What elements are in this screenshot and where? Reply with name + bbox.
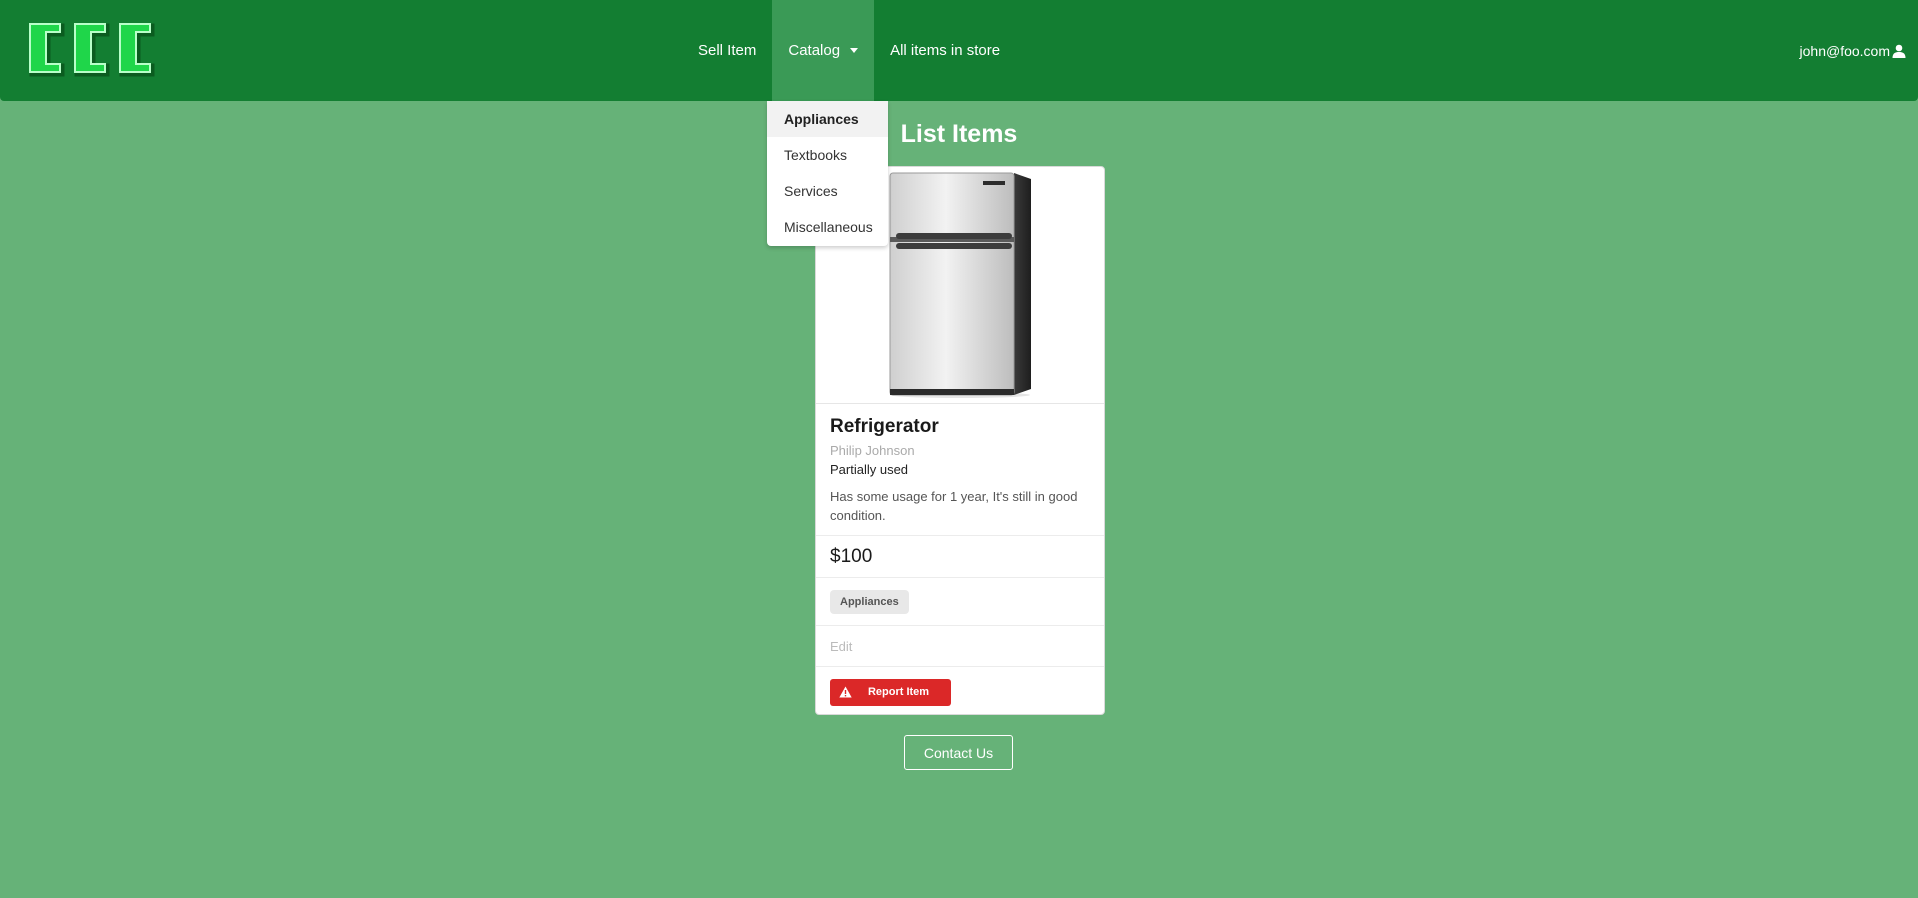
item-condition: Partially used [830, 462, 909, 477]
logo-graphic [29, 23, 155, 77]
page-title: List Items [900, 120, 1018, 148]
edit-link[interactable]: Edit [830, 639, 852, 654]
catalog-dropdown: Appliances Textbooks Services Miscellane… [767, 101, 888, 246]
item-name[interactable]: Refrigerator [830, 416, 1090, 438]
item-details: Refrigerator Philip Johnson Partially us… [816, 404, 1104, 536]
contact-us-label: Contact Us [923, 744, 994, 761]
nav-catalog-label: Catalog [788, 42, 841, 59]
user-icon [1892, 44, 1906, 58]
dropdown-item-services[interactable]: Services [767, 173, 888, 209]
item-seller: Philip Johnson [830, 443, 915, 458]
item-tag-row: Appliances [816, 578, 1104, 626]
dropdown-item-appliances[interactable]: Appliances [767, 101, 888, 137]
nav-catalog[interactable]: Catalog [772, 0, 875, 101]
category-tag[interactable]: Appliances [830, 589, 909, 614]
caret-down-icon [850, 48, 859, 53]
item-edit-row: Edit [816, 626, 1104, 667]
item-report-row: Report Item [816, 667, 1104, 717]
item-description: Has some usage for 1 year, It's still in… [830, 489, 1078, 523]
user-email: john@foo.com [1799, 42, 1890, 59]
item-price: $100 [830, 545, 873, 567]
logo[interactable] [24, 18, 158, 80]
report-item-label: Report Item [867, 686, 930, 698]
dropdown-item-miscellaneous[interactable]: Miscellaneous [767, 209, 888, 245]
dropdown-item-textbooks[interactable]: Textbooks [767, 137, 888, 173]
contact-us-button[interactable]: Contact Us [904, 735, 1013, 770]
nav-all-items-label: All items in store [890, 42, 1001, 59]
report-item-button[interactable]: Report Item [830, 678, 951, 706]
item-price-row: $100 [816, 536, 1104, 578]
navbar: Sell Item Catalog All items in store joh… [0, 0, 1918, 101]
user-menu[interactable]: john@foo.com [1800, 0, 1906, 101]
nav-links: Sell Item Catalog All items in store [682, 0, 1016, 101]
warning-icon [830, 686, 860, 698]
nav-all-items[interactable]: All items in store [874, 0, 1016, 101]
nav-sell-item[interactable]: Sell Item [682, 0, 772, 101]
nav-sell-item-label: Sell Item [698, 42, 757, 59]
item-card: Refrigerator Philip Johnson Partially us… [815, 166, 1105, 715]
